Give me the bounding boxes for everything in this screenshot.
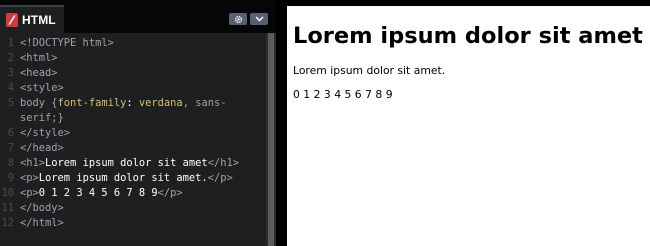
tab-html[interactable]: HTML: [0, 5, 64, 33]
code-text: </html>: [20, 216, 64, 231]
preview-pane: Lorem ipsum dolor sit amet Lorem ipsum d…: [287, 6, 650, 246]
code-token: <head>: [20, 67, 58, 79]
code-line[interactable]: 9 <p>Lorem ipsum dolor sit amet.</p>: [0, 171, 266, 186]
code-line[interactable]: 3 <head>: [0, 66, 266, 81]
code-token: <!DOCTYPE html>: [20, 37, 114, 49]
html-badge-icon: [6, 13, 18, 27]
code-text: <p>0 1 2 3 4 5 6 7 8 9</p>: [20, 186, 183, 201]
code-line[interactable]: 7 </head>: [0, 141, 266, 156]
code-line[interactable]: 6 </style>: [0, 126, 266, 141]
line-number: 3: [7, 67, 14, 79]
code-line[interactable]: 1 <!DOCTYPE html>: [0, 36, 266, 51]
code-text: <p>Lorem ipsum dolor sit amet.</p>: [20, 171, 233, 186]
code-text: </body>: [20, 201, 64, 216]
line-number: 6: [7, 127, 14, 139]
code-line[interactable]: 12 </html>: [0, 216, 266, 231]
code-token: <style>: [20, 82, 64, 94]
code-token: , sans-: [182, 97, 227, 109]
code-editor[interactable]: 1 <!DOCTYPE html> 2 <html> 3 <head> 4 <style> 5 b…: [0, 33, 266, 246]
code-token: <p>: [20, 187, 39, 199]
pane-divider[interactable]: [276, 0, 287, 246]
code-text: body {font-family: verdana, sans-: [20, 96, 226, 111]
code-token: font-family: [57, 97, 127, 109]
code-token: <h1>: [20, 157, 46, 169]
line-number: 1: [7, 37, 14, 49]
code-text: serif;}: [20, 111, 64, 126]
code-token: 0 1 2 3 4 5 6 7 8 9: [38, 187, 158, 199]
editor-tab-bar: HTML: [0, 0, 276, 33]
code-line[interactable]: 4 <style>: [0, 81, 266, 96]
code-token: </html>: [20, 217, 64, 229]
code-line[interactable]: 2 <html>: [0, 51, 266, 66]
code-token: </h1>: [207, 157, 239, 169]
line-number: 2: [7, 52, 14, 64]
code-text: <head>: [20, 66, 58, 81]
code-token: <p>: [20, 172, 39, 184]
html-editor-pane: HTML 1 <!DOCTYPE html> 2 <html> 3 <head> 4 <sty…: [0, 0, 276, 246]
line-number: 7: [7, 142, 14, 154]
code-text: <h1>Lorem ipsum dolor sit amet</h1>: [20, 156, 239, 171]
code-line[interactable]: 8 <h1>Lorem ipsum dolor sit amet</h1>: [0, 156, 266, 171]
line-number: 12: [1, 217, 14, 229]
code-token: </p>: [207, 172, 233, 184]
code-line[interactable]: 11 </body>: [0, 201, 266, 216]
code-text: </style>: [20, 126, 70, 141]
code-text: <html>: [20, 51, 58, 66]
chevron-down-icon[interactable]: [250, 13, 268, 25]
code-token: Lorem ipsum dolor sit amet: [45, 157, 208, 169]
code-token: </head>: [20, 142, 64, 154]
code-token: </body>: [20, 202, 64, 214]
line-number: 10: [1, 187, 14, 199]
line-number: 9: [7, 172, 14, 184]
editor-scrollbar[interactable]: [266, 33, 276, 246]
code-line[interactable]: 5 body {font-family: verdana, sans-: [0, 96, 266, 111]
tab-html-label: HTML: [22, 13, 56, 27]
preview-heading: Lorem ipsum dolor sit amet: [293, 23, 643, 49]
editor-scrollbar-thumb[interactable]: [268, 33, 274, 246]
line-number: 4: [7, 82, 14, 94]
preview-paragraph: Lorem ipsum dolor sit amet.: [293, 64, 446, 77]
code-token: :: [126, 97, 139, 109]
code-token: <html>: [20, 52, 58, 64]
code-text: <!DOCTYPE html>: [20, 36, 114, 51]
code-token: verdana: [138, 97, 183, 109]
code-token: body {: [20, 97, 58, 109]
code-token: </p>: [157, 187, 183, 199]
line-number: 11: [1, 202, 14, 214]
code-line[interactable]: 10 <p>0 1 2 3 4 5 6 7 8 9</p>: [0, 186, 266, 201]
code-text: <style>: [20, 81, 64, 96]
gear-icon[interactable]: [229, 13, 247, 25]
editor-controls: [229, 13, 268, 25]
code-token: Lorem ipsum dolor sit amet.: [38, 172, 208, 184]
line-number: 8: [7, 157, 14, 169]
preview-digits: 0 1 2 3 4 5 6 7 8 9: [293, 88, 393, 101]
code-line[interactable]: serif;}: [0, 111, 266, 126]
line-number: 5: [7, 97, 14, 109]
code-text: </head>: [20, 141, 64, 156]
code-token: </style>: [20, 127, 71, 139]
code-token: serif;}: [20, 112, 64, 124]
